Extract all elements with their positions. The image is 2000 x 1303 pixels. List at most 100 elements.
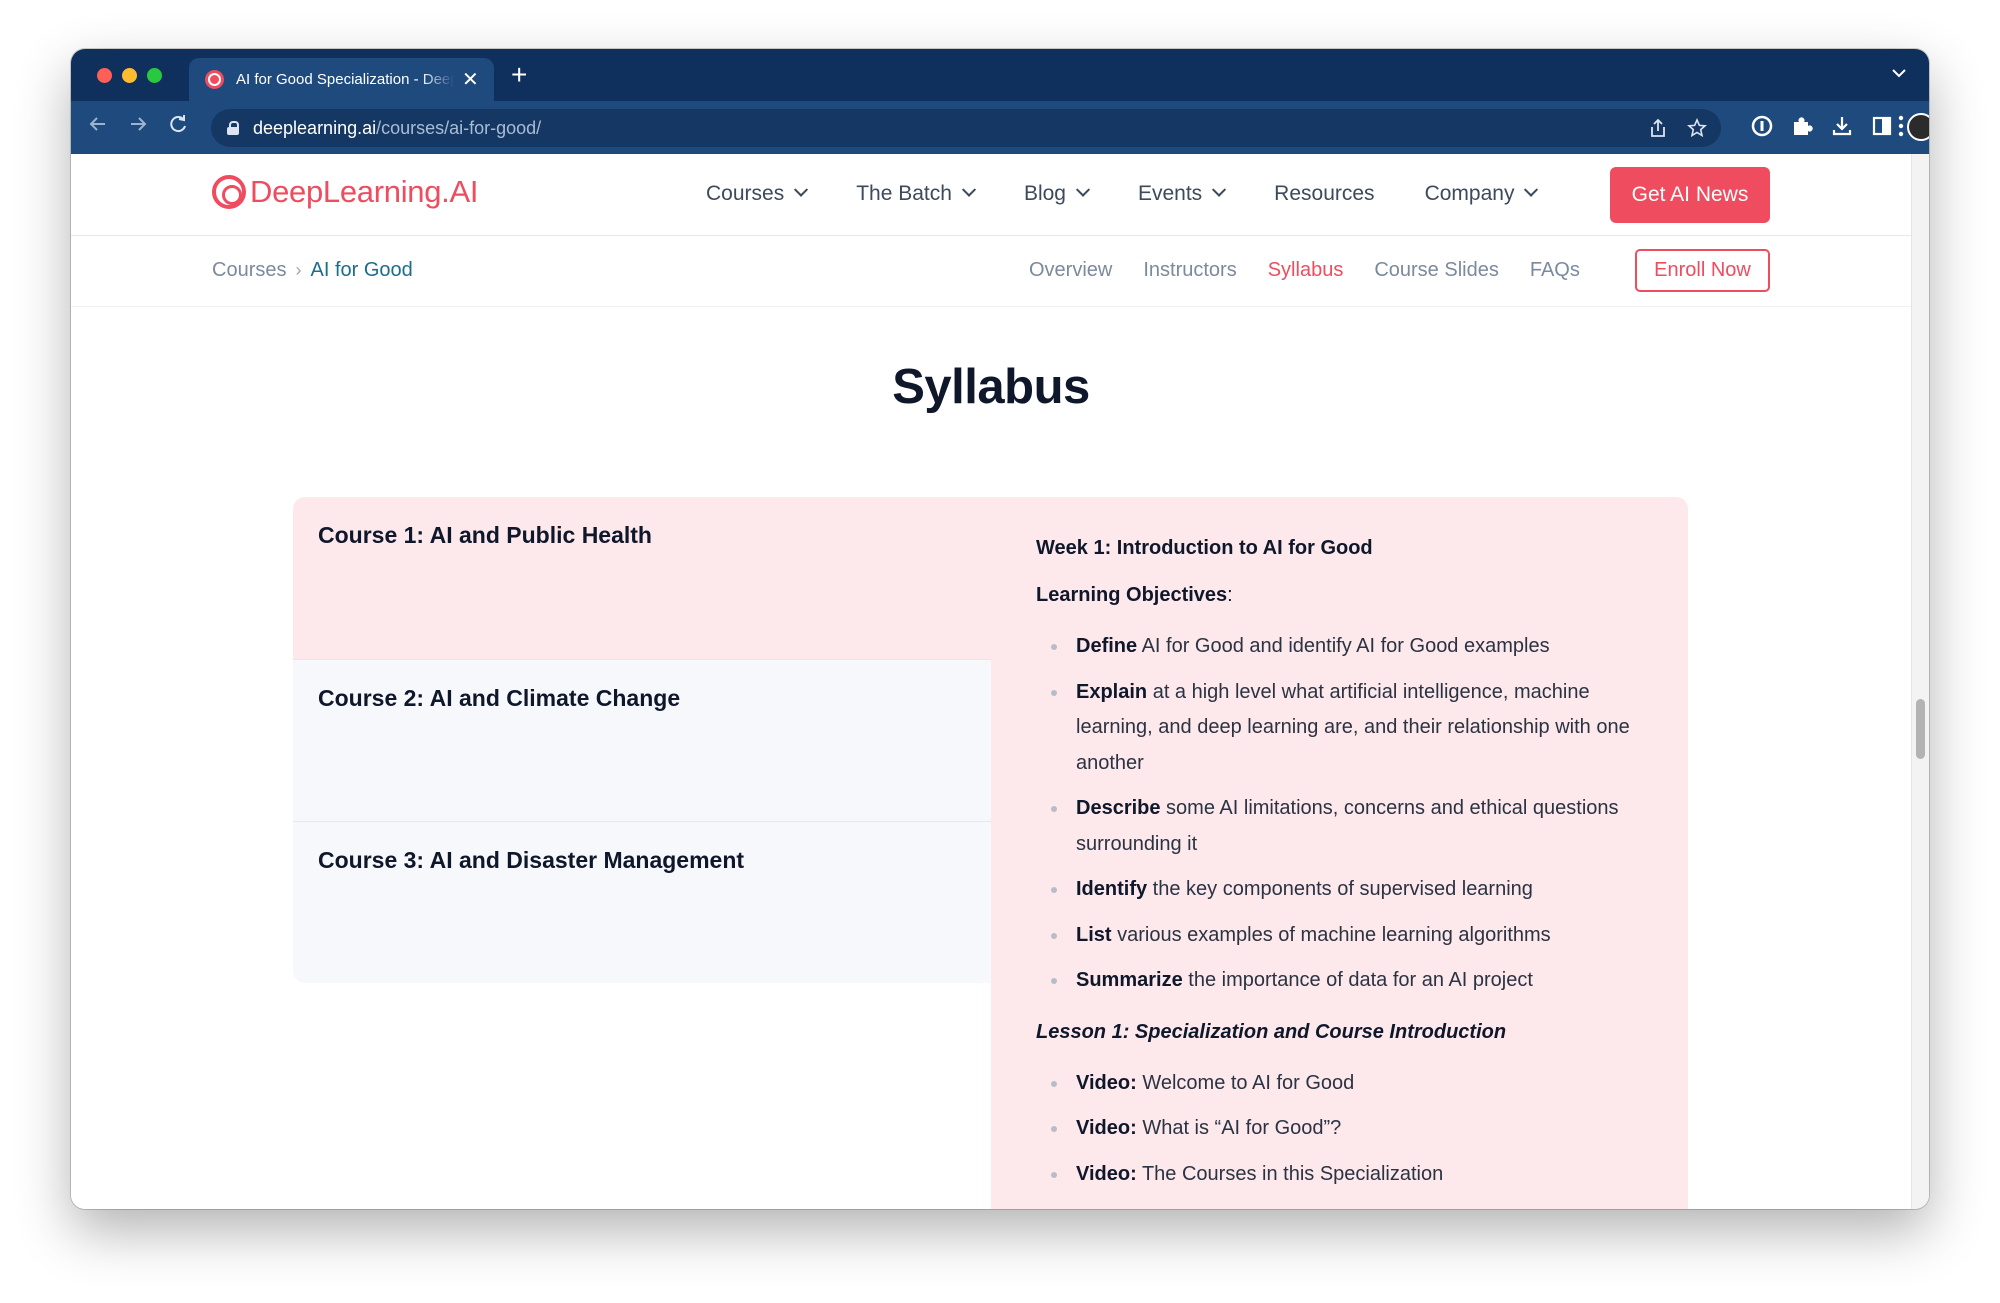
chevron-down-icon <box>1212 182 1227 197</box>
scrollbar-thumb[interactable] <box>1916 699 1925 759</box>
site-logo[interactable]: DeepLearning.AI <box>212 174 478 210</box>
chevron-down-icon <box>1075 182 1091 197</box>
course-card-2[interactable]: Course 2: AI and Climate Change <box>293 659 991 821</box>
section-anchors: Overview Instructors Syllabus Course Sli… <box>1029 259 1611 282</box>
reload-icon[interactable] <box>167 113 189 139</box>
course-subnav: Courses › AI for Good Overview Instructo… <box>71 237 1911 307</box>
course-list: Course 1: AI and Public Health Course 2:… <box>293 497 991 983</box>
lesson-item-label: Video: <box>1076 1117 1137 1139</box>
list-item: Video: What is “AI for Good”? <box>1036 1111 1643 1147</box>
tab-close-icon[interactable]: ✕ <box>462 70 479 90</box>
favicon-icon <box>205 70 224 89</box>
objective-text: the key components of supervised learnin… <box>1147 878 1533 900</box>
chevron-down-icon <box>794 182 809 197</box>
list-item: Explain at a high level what artificial … <box>1036 675 1643 782</box>
anchor-faqs[interactable]: FAQs <box>1530 259 1580 282</box>
list-item: List various examples of machine learnin… <box>1036 918 1643 954</box>
lock-icon[interactable] <box>227 121 239 135</box>
address-bar[interactable]: deeplearning.ai/courses/ai-for-good/ <box>211 109 1721 147</box>
side-panel-icon[interactable] <box>1871 115 1893 141</box>
lesson-item-label: Video: <box>1076 1071 1137 1094</box>
nav-company[interactable]: Company <box>1424 182 1539 206</box>
syllabus-heading: Syllabus <box>892 360 1090 414</box>
objective-verb: Describe <box>1076 797 1161 819</box>
zoom-window-button[interactable] <box>147 68 162 83</box>
chevron-down-icon <box>1524 182 1539 197</box>
anchor-course-slides[interactable]: Course Slides <box>1374 259 1499 282</box>
nav-the-batch[interactable]: The Batch <box>856 182 977 206</box>
learning-objectives-heading: Learning Objectives: <box>1036 584 1643 607</box>
tab-search-chevron-icon[interactable] <box>1891 65 1907 83</box>
lesson-title: Lesson 1: Specialization and Course Intr… <box>1036 1020 1507 1043</box>
anchor-syllabus[interactable]: Syllabus <box>1268 259 1344 282</box>
nav-events-label: Events <box>1137 182 1203 205</box>
lesson-item-text: Welcome to AI for Good <box>1136 1071 1355 1094</box>
nav-courses[interactable]: Courses <box>706 182 809 206</box>
chevron-down-icon <box>961 182 977 197</box>
browser-tab-active[interactable]: AI for Good Specialization - DeepLearnin… <box>189 58 494 101</box>
course-card-3[interactable]: Course 3: AI and Disaster Management <box>293 821 991 983</box>
objective-text: at a high level what artificial intellig… <box>1076 680 1630 774</box>
list-item: Video: Welcome to AI for Good <box>1036 1066 1643 1102</box>
back-arrow-icon[interactable] <box>87 113 109 139</box>
password-manager-icon[interactable] <box>1751 115 1773 141</box>
nav-events[interactable]: Events <box>1137 182 1227 206</box>
nav-blog[interactable]: Blog <box>1023 182 1091 206</box>
list-item: Identify the key components of supervise… <box>1036 872 1643 908</box>
breadcrumb: Courses › AI for Good <box>212 259 413 282</box>
list-item: Summarize the importance of data for an … <box>1036 963 1643 999</box>
tab-title: AI for Good Specialization - DeepLearnin… <box>236 71 454 88</box>
lesson-item-label: Video: <box>1076 1162 1137 1185</box>
extensions-puzzle-icon[interactable] <box>1791 115 1813 141</box>
objective-text: AI for Good and identify AI for Good exa… <box>1137 635 1550 657</box>
minimize-window-button[interactable] <box>122 68 137 83</box>
page-scrollbar[interactable] <box>1911 154 1929 1209</box>
chevron-right-icon: › <box>295 260 302 280</box>
kebab-menu-icon[interactable] <box>1898 115 1904 142</box>
lesson-item-text: What is “AI for Good”? <box>1136 1117 1342 1139</box>
enroll-now-button[interactable]: Enroll Now <box>1635 249 1770 292</box>
learning-objectives-label: Learning Objectives <box>1036 584 1228 606</box>
course-detail-panel: Week 1: Introduction to AI for Good Lear… <box>991 497 1688 1209</box>
bookmark-star-icon[interactable] <box>1687 118 1707 143</box>
learning-objectives-colon: : <box>1227 584 1233 606</box>
objective-verb: Identify <box>1076 878 1148 900</box>
forward-arrow-icon[interactable] <box>127 113 149 139</box>
list-item: Video: The Courses in this Specializatio… <box>1036 1157 1643 1193</box>
anchor-instructors[interactable]: Instructors <box>1143 259 1236 282</box>
list-item: Describe some AI limitations, concerns a… <box>1036 791 1643 862</box>
breadcrumb-current[interactable]: AI for Good <box>310 259 412 282</box>
list-item: Define AI for Good and identify AI for G… <box>1036 629 1643 665</box>
new-tab-button[interactable]: + <box>511 61 527 89</box>
get-ai-news-button[interactable]: Get AI News <box>1610 167 1770 223</box>
objective-verb: Define <box>1076 635 1138 657</box>
url-path: /courses/ai-for-good/ <box>376 117 542 138</box>
browser-window: AI for Good Specialization - DeepLearnin… <box>71 49 1929 1209</box>
url-host: deeplearning.ai <box>253 117 377 138</box>
breadcrumb-courses[interactable]: Courses <box>212 259 286 282</box>
nav-the-batch-label: The Batch <box>856 182 952 205</box>
objective-verb: Explain <box>1076 680 1148 703</box>
course-card-1[interactable]: Course 1: AI and Public Health <box>293 497 991 659</box>
nav-resources-label: Resources <box>1274 182 1375 205</box>
anchor-overview[interactable]: Overview <box>1029 259 1112 282</box>
site-header: DeepLearning.AI Courses The Batch Blog E… <box>71 154 1911 236</box>
lesson-item-text: The Courses in this Specialization <box>1136 1162 1444 1185</box>
nav-resources[interactable]: Resources <box>1274 182 1374 206</box>
logo-mark-icon <box>212 175 246 209</box>
download-icon[interactable] <box>1831 115 1853 141</box>
close-window-button[interactable] <box>97 68 112 83</box>
tab-strip: AI for Good Specialization - DeepLearnin… <box>71 49 1929 101</box>
logo-text: DeepLearning.AI <box>250 174 479 209</box>
profile-avatar-icon[interactable] <box>1907 113 1929 141</box>
lesson-items-list: Video: Welcome to AI for Good Video: Wha… <box>1036 1066 1643 1193</box>
share-icon[interactable] <box>1649 118 1667 143</box>
main-nav: Courses The Batch Blog Events Resources … <box>706 182 1586 206</box>
objective-text: the importance of data for an AI project <box>1182 969 1533 991</box>
nav-company-label: Company <box>1424 182 1515 205</box>
objectives-list: Define AI for Good and identify AI for G… <box>1036 629 1643 999</box>
objective-verb: Summarize <box>1076 969 1183 991</box>
nav-blog-label: Blog <box>1023 182 1066 205</box>
week-title: Week 1: Introduction to AI for Good <box>1036 537 1373 559</box>
nav-courses-label: Courses <box>706 182 785 205</box>
